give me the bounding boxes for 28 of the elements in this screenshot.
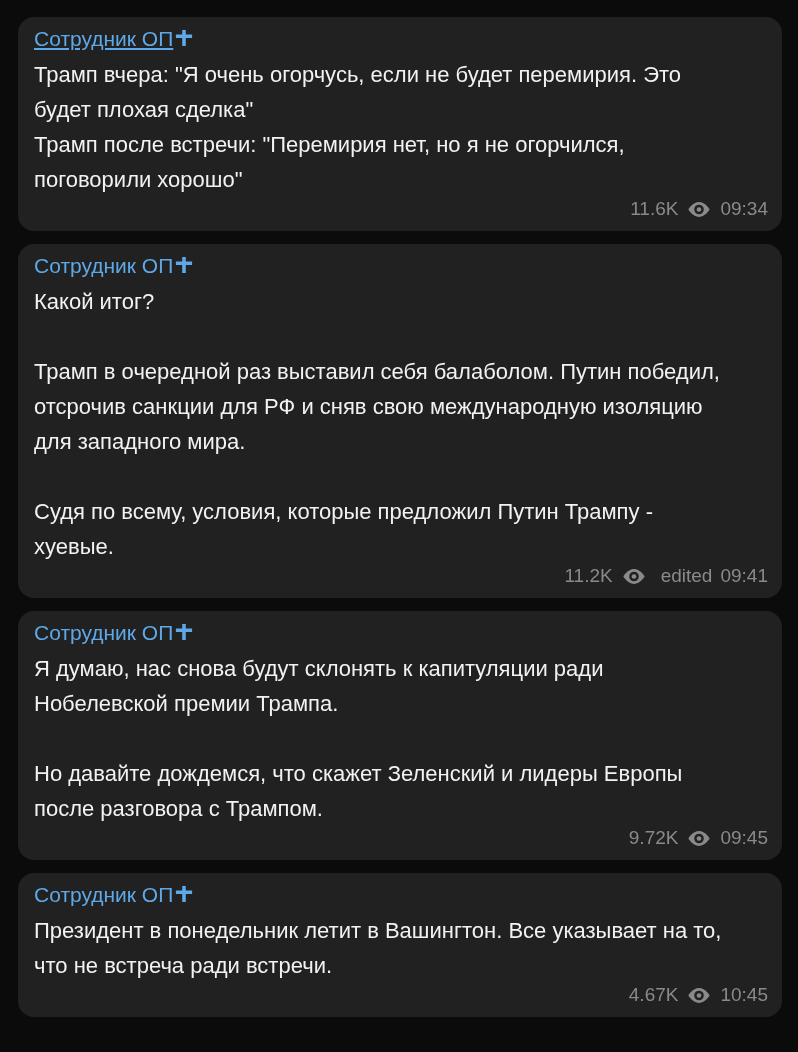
author-name[interactable]: Сотрудник ОП [34, 27, 174, 51]
cross-icon [175, 623, 194, 641]
cross-icon [175, 256, 194, 274]
message-text: Трамп в очередной раз выставил себя балаболом. Путин победил, отсрочив санкции для РФ и сняв свою международную изоляцию для западного мира. [34, 358, 721, 456]
cross-icon [175, 885, 194, 903]
message-text: Но давайте дождемся, что скажет Зеленский и лидеры Европы после разговора с Трампом. [34, 760, 684, 823]
view-count: 11.6K [630, 197, 679, 221]
view-count: 11.2K [564, 564, 613, 588]
message-time: 09:45 [720, 826, 768, 850]
eye-icon [686, 200, 713, 218]
message-time: 09:34 [720, 197, 768, 221]
eye-icon [686, 986, 713, 1004]
author-name[interactable]: Сотрудник ОП [34, 254, 174, 278]
author-name[interactable]: Сотрудник ОП [34, 883, 174, 907]
message-text: Президент в понедельник летит в Вашингтон. Все указывает на то, что не встреча ради встречи. [34, 917, 723, 980]
view-count: 4.67K [628, 983, 679, 1007]
cross-icon [175, 29, 194, 47]
view-count: 9.72K [628, 826, 679, 850]
message-time: 10:45 [720, 983, 768, 1007]
message-text: Я думаю, нас снова будут склонять к капитуляции ради Нобелевской премии Трампа. [34, 655, 605, 718]
message-text: Какой итог? [34, 288, 156, 316]
eye-icon [686, 829, 713, 847]
eye-icon [620, 567, 647, 585]
message-text: Трамп вчера: "Я очень огорчусь, если не будет перемирия. Это будет плохая сделка" Трамп после встречи: "Перемирия нет, но я не огорчился, поговорили хорошо" [34, 61, 683, 194]
edited-label: edited [660, 564, 713, 588]
message-time: 09:41 [720, 564, 768, 588]
author-name[interactable]: Сотрудник ОП [34, 621, 174, 645]
message-text: Судя по всему, условия, которые предложил Путин Трампу - хуевые. [34, 498, 654, 561]
